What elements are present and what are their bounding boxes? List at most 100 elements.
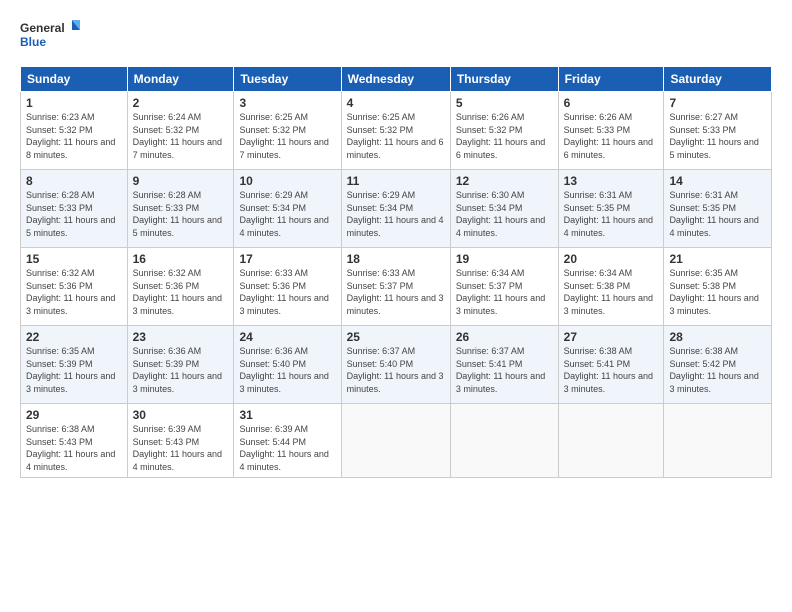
calendar-cell: 2 Sunrise: 6:24 AMSunset: 5:32 PMDayligh… (127, 92, 234, 170)
day-number: 7 (669, 96, 766, 110)
day-info: Sunrise: 6:33 AMSunset: 5:37 PMDaylight:… (347, 268, 444, 316)
calendar-cell: 14 Sunrise: 6:31 AMSunset: 5:35 PMDaylig… (664, 170, 772, 248)
day-number: 6 (564, 96, 659, 110)
day-number: 30 (133, 408, 229, 422)
calendar-cell: 9 Sunrise: 6:28 AMSunset: 5:33 PMDayligh… (127, 170, 234, 248)
calendar-cell: 16 Sunrise: 6:32 AMSunset: 5:36 PMDaylig… (127, 248, 234, 326)
day-number: 28 (669, 330, 766, 344)
calendar-cell: 19 Sunrise: 6:34 AMSunset: 5:37 PMDaylig… (450, 248, 558, 326)
day-info: Sunrise: 6:36 AMSunset: 5:40 PMDaylight:… (239, 346, 328, 394)
calendar-cell (558, 404, 664, 478)
day-number: 3 (239, 96, 335, 110)
day-number: 27 (564, 330, 659, 344)
calendar-cell: 8 Sunrise: 6:28 AMSunset: 5:33 PMDayligh… (21, 170, 128, 248)
calendar-cell: 3 Sunrise: 6:25 AMSunset: 5:32 PMDayligh… (234, 92, 341, 170)
day-number: 4 (347, 96, 445, 110)
calendar-cell: 12 Sunrise: 6:30 AMSunset: 5:34 PMDaylig… (450, 170, 558, 248)
day-info: Sunrise: 6:37 AMSunset: 5:40 PMDaylight:… (347, 346, 444, 394)
calendar-cell: 22 Sunrise: 6:35 AMSunset: 5:39 PMDaylig… (21, 326, 128, 404)
calendar-cell: 21 Sunrise: 6:35 AMSunset: 5:38 PMDaylig… (664, 248, 772, 326)
day-info: Sunrise: 6:29 AMSunset: 5:34 PMDaylight:… (239, 190, 328, 238)
weekday-header-monday: Monday (127, 67, 234, 92)
day-number: 29 (26, 408, 122, 422)
day-number: 20 (564, 252, 659, 266)
page: General Blue SundayMondayTuesdayWednesda… (0, 0, 792, 612)
day-number: 21 (669, 252, 766, 266)
logo-svg: General Blue (20, 18, 80, 56)
weekday-header-thursday: Thursday (450, 67, 558, 92)
weekday-header-wednesday: Wednesday (341, 67, 450, 92)
day-number: 18 (347, 252, 445, 266)
calendar-cell: 4 Sunrise: 6:25 AMSunset: 5:32 PMDayligh… (341, 92, 450, 170)
calendar-cell: 28 Sunrise: 6:38 AMSunset: 5:42 PMDaylig… (664, 326, 772, 404)
day-info: Sunrise: 6:38 AMSunset: 5:43 PMDaylight:… (26, 424, 115, 472)
day-number: 2 (133, 96, 229, 110)
day-number: 16 (133, 252, 229, 266)
day-info: Sunrise: 6:26 AMSunset: 5:32 PMDaylight:… (456, 112, 545, 160)
day-number: 19 (456, 252, 553, 266)
weekday-header-sunday: Sunday (21, 67, 128, 92)
day-number: 8 (26, 174, 122, 188)
calendar-cell (664, 404, 772, 478)
day-info: Sunrise: 6:23 AMSunset: 5:32 PMDaylight:… (26, 112, 115, 160)
day-info: Sunrise: 6:25 AMSunset: 5:32 PMDaylight:… (347, 112, 444, 160)
day-number: 11 (347, 174, 445, 188)
calendar-cell: 13 Sunrise: 6:31 AMSunset: 5:35 PMDaylig… (558, 170, 664, 248)
day-info: Sunrise: 6:39 AMSunset: 5:43 PMDaylight:… (133, 424, 222, 472)
day-info: Sunrise: 6:38 AMSunset: 5:41 PMDaylight:… (564, 346, 653, 394)
calendar-cell: 20 Sunrise: 6:34 AMSunset: 5:38 PMDaylig… (558, 248, 664, 326)
calendar-cell: 31 Sunrise: 6:39 AMSunset: 5:44 PMDaylig… (234, 404, 341, 478)
day-info: Sunrise: 6:39 AMSunset: 5:44 PMDaylight:… (239, 424, 328, 472)
calendar-cell: 11 Sunrise: 6:29 AMSunset: 5:34 PMDaylig… (341, 170, 450, 248)
day-info: Sunrise: 6:28 AMSunset: 5:33 PMDaylight:… (26, 190, 115, 238)
calendar-cell: 18 Sunrise: 6:33 AMSunset: 5:37 PMDaylig… (341, 248, 450, 326)
calendar-cell: 25 Sunrise: 6:37 AMSunset: 5:40 PMDaylig… (341, 326, 450, 404)
day-info: Sunrise: 6:38 AMSunset: 5:42 PMDaylight:… (669, 346, 758, 394)
day-info: Sunrise: 6:30 AMSunset: 5:34 PMDaylight:… (456, 190, 545, 238)
day-number: 5 (456, 96, 553, 110)
day-info: Sunrise: 6:31 AMSunset: 5:35 PMDaylight:… (564, 190, 653, 238)
calendar-cell: 10 Sunrise: 6:29 AMSunset: 5:34 PMDaylig… (234, 170, 341, 248)
calendar-cell: 30 Sunrise: 6:39 AMSunset: 5:43 PMDaylig… (127, 404, 234, 478)
day-info: Sunrise: 6:31 AMSunset: 5:35 PMDaylight:… (669, 190, 758, 238)
calendar-cell: 5 Sunrise: 6:26 AMSunset: 5:32 PMDayligh… (450, 92, 558, 170)
day-info: Sunrise: 6:26 AMSunset: 5:33 PMDaylight:… (564, 112, 653, 160)
header: General Blue (20, 18, 772, 56)
calendar-cell: 26 Sunrise: 6:37 AMSunset: 5:41 PMDaylig… (450, 326, 558, 404)
day-info: Sunrise: 6:27 AMSunset: 5:33 PMDaylight:… (669, 112, 758, 160)
calendar-cell (341, 404, 450, 478)
day-info: Sunrise: 6:28 AMSunset: 5:33 PMDaylight:… (133, 190, 222, 238)
day-info: Sunrise: 6:35 AMSunset: 5:39 PMDaylight:… (26, 346, 115, 394)
weekday-header-row: SundayMondayTuesdayWednesdayThursdayFrid… (21, 67, 772, 92)
day-info: Sunrise: 6:29 AMSunset: 5:34 PMDaylight:… (347, 190, 444, 238)
day-number: 9 (133, 174, 229, 188)
weekday-header-friday: Friday (558, 67, 664, 92)
day-number: 10 (239, 174, 335, 188)
calendar-cell: 15 Sunrise: 6:32 AMSunset: 5:36 PMDaylig… (21, 248, 128, 326)
day-number: 23 (133, 330, 229, 344)
weekday-header-tuesday: Tuesday (234, 67, 341, 92)
day-info: Sunrise: 6:32 AMSunset: 5:36 PMDaylight:… (26, 268, 115, 316)
calendar-cell: 27 Sunrise: 6:38 AMSunset: 5:41 PMDaylig… (558, 326, 664, 404)
day-info: Sunrise: 6:34 AMSunset: 5:38 PMDaylight:… (564, 268, 653, 316)
calendar-cell: 7 Sunrise: 6:27 AMSunset: 5:33 PMDayligh… (664, 92, 772, 170)
day-number: 24 (239, 330, 335, 344)
day-number: 1 (26, 96, 122, 110)
day-number: 13 (564, 174, 659, 188)
day-info: Sunrise: 6:32 AMSunset: 5:36 PMDaylight:… (133, 268, 222, 316)
day-number: 17 (239, 252, 335, 266)
calendar-cell: 6 Sunrise: 6:26 AMSunset: 5:33 PMDayligh… (558, 92, 664, 170)
day-info: Sunrise: 6:24 AMSunset: 5:32 PMDaylight:… (133, 112, 222, 160)
day-number: 22 (26, 330, 122, 344)
calendar-cell: 29 Sunrise: 6:38 AMSunset: 5:43 PMDaylig… (21, 404, 128, 478)
day-number: 15 (26, 252, 122, 266)
day-number: 25 (347, 330, 445, 344)
calendar-table: SundayMondayTuesdayWednesdayThursdayFrid… (20, 66, 772, 478)
logo: General Blue (20, 18, 80, 56)
day-info: Sunrise: 6:35 AMSunset: 5:38 PMDaylight:… (669, 268, 758, 316)
day-number: 14 (669, 174, 766, 188)
calendar-cell (450, 404, 558, 478)
day-info: Sunrise: 6:37 AMSunset: 5:41 PMDaylight:… (456, 346, 545, 394)
calendar-cell: 23 Sunrise: 6:36 AMSunset: 5:39 PMDaylig… (127, 326, 234, 404)
calendar-cell: 17 Sunrise: 6:33 AMSunset: 5:36 PMDaylig… (234, 248, 341, 326)
